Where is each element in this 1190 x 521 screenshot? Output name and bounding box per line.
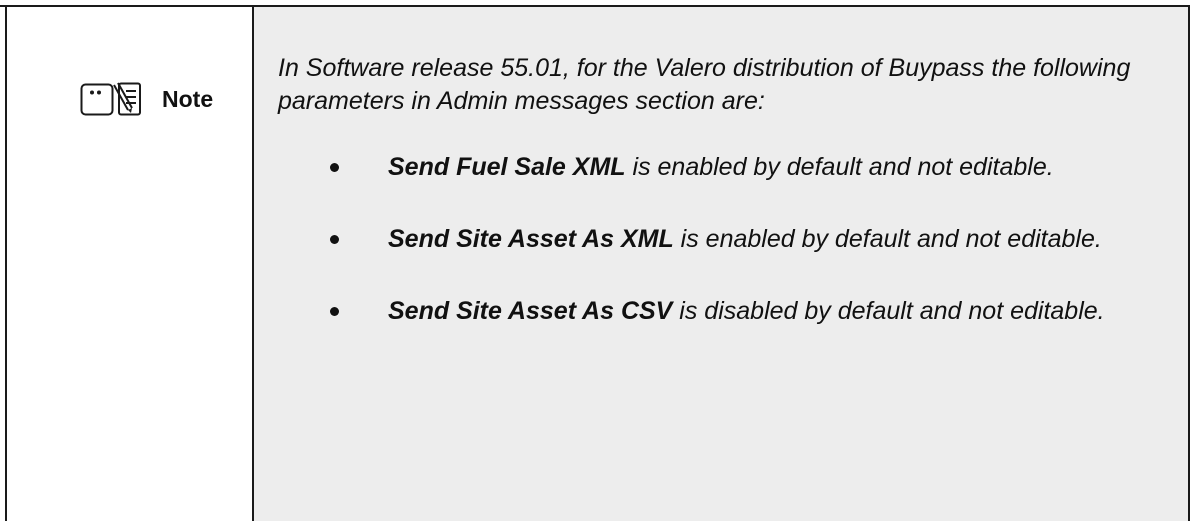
- parameter-description: is disabled by default and not editable.: [672, 297, 1105, 325]
- list-item: Send Site Asset As CSV is disabled by de…: [330, 294, 1160, 328]
- border-left: [5, 5, 7, 521]
- bullet-icon: [330, 307, 339, 316]
- note-box: Note In Software release 55.01, for the …: [0, 0, 1190, 521]
- note-memo-icon: [80, 82, 142, 118]
- parameter-list: Send Fuel Sale XML is enabled by default…: [330, 150, 1160, 366]
- parameter-description: is enabled by default and not editable.: [673, 225, 1102, 253]
- parameter-name: Send Site Asset As CSV: [388, 297, 673, 325]
- column-divider: [252, 5, 254, 521]
- parameter-description: is enabled by default and not editable.: [625, 153, 1054, 181]
- list-item: Send Fuel Sale XML is enabled by default…: [330, 150, 1160, 184]
- parameter-name: Send Fuel Sale XML: [388, 153, 626, 181]
- note-intro-text: In Software release 55.01, for the Valer…: [278, 54, 1131, 115]
- bullet-icon: [330, 235, 339, 244]
- parameter-name: Send Site Asset As XML: [388, 225, 674, 253]
- note-label: Note: [162, 86, 214, 112]
- bullet-icon: [330, 163, 339, 172]
- list-item: Send Site Asset As XML is enabled by def…: [330, 222, 1160, 256]
